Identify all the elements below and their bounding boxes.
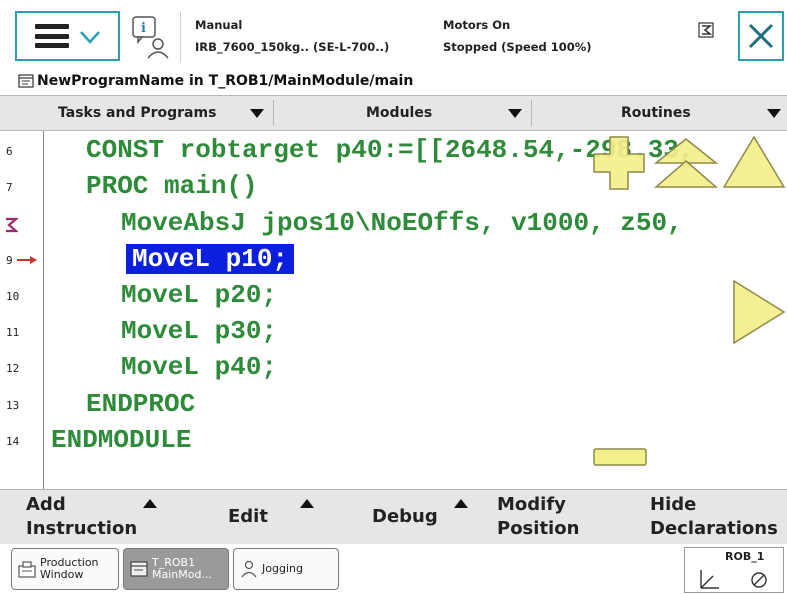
line-number: 10 [6,290,20,303]
code-line[interactable]: MoveL p20; [121,280,277,310]
program-icon [18,73,34,88]
line-number: 12 [6,362,20,375]
tasks-and-programs-dropdown[interactable]: Tasks and Programs [58,96,273,130]
event-log-icon[interactable]: i [130,14,172,60]
add-instruction-label: Add Instruction [26,494,138,539]
code-line[interactable]: PROC main() [86,171,258,201]
scroll-right-icon[interactable] [732,279,786,345]
line-number: 11 [6,326,20,339]
debug-button[interactable]: Debug [332,490,476,545]
chevron-up-icon [143,499,157,508]
program-editor-task[interactable]: T_ROB1 MainMod... [123,548,229,590]
execution-state: Stopped (Speed 100%) [443,40,592,54]
modules-label: Modules [366,105,433,121]
program-state-icon [698,22,714,38]
controller-name: IRB_7600_150kg.. (SE-L-700..) [195,40,390,54]
dropdown-arrow-icon [250,109,264,118]
dropdown-arrow-icon [767,109,781,118]
dropdown-arrow-icon [508,109,522,118]
scroll-to-top-icon[interactable] [654,137,718,189]
chevron-down-icon [79,25,101,47]
jogging-task[interactable]: Jogging [233,548,339,590]
routines-dropdown[interactable]: Routines [621,96,787,130]
code-line[interactable]: MoveL p40; [121,352,277,382]
program-pointer-icon [17,256,37,264]
modify-position-button[interactable]: Modify Position [476,490,624,545]
close-icon [748,23,774,49]
program-editor-icon [130,561,148,577]
production-window-task[interactable]: Production Window [11,548,119,590]
line-number: 7 [6,181,13,194]
program-editor-label: T_ROB1 MainMod... [152,556,212,581]
breadcrumb: NewProgramName in T_ROB1/MainModule/main [0,66,787,95]
robot-name: ROB_1 [725,550,765,563]
add-instruction-button[interactable]: Add Instruction [0,490,194,545]
program-path: NewProgramName in T_ROB1/MainModule/main [37,72,414,89]
quickset-robot-button[interactable]: ROB_1 [684,547,784,593]
code-line[interactable]: MoveAbsJ jpos10\NoEOffs, v1000, z50, [121,208,683,238]
operating-mode: Manual [195,18,243,32]
hide-declarations-label: Hide Declarations [650,494,778,539]
motion-pointer-icon [6,217,18,233]
line-number: 6 [6,145,13,158]
routines-label: Routines [621,105,691,121]
zoom-in-icon[interactable] [592,135,646,191]
modify-position-label: Modify Position [497,494,580,539]
line-number: 14 [6,435,20,448]
motors-state: Motors On [443,18,511,32]
line-number: 9 [6,254,13,267]
hamburger-icon [34,24,69,48]
code-line[interactable]: MoveL p30; [121,316,277,346]
scroll-up-icon[interactable] [722,135,786,189]
main-menu-button[interactable] [15,11,120,61]
modules-dropdown[interactable]: Modules [366,96,530,130]
hide-declarations-button[interactable]: Hide Declarations [624,490,787,545]
tasks-and-programs-label: Tasks and Programs [58,105,217,121]
production-window-icon [18,561,36,578]
edit-label: Edit [228,506,268,527]
line-number: 13 [6,399,20,412]
jogging-icon [241,560,257,578]
code-line[interactable]: ENDPROC [86,389,195,419]
editor-toolbar: Add Instruction Edit Debug Modify Positi… [0,489,787,544]
svg-text:i: i [141,21,146,36]
debug-label: Debug [372,506,438,527]
status-panel[interactable]: Manual IRB_7600_150kg.. (SE-L-700..) Mot… [180,12,728,62]
jogging-label: Jogging [262,562,303,575]
code-line[interactable]: ENDMODULE [51,425,191,455]
selected-code-line[interactable]: MoveL p10; [126,244,295,274]
edit-button[interactable]: Edit [194,490,332,545]
code-editor[interactable]: 6 CONST robtarget p40:=[[2648.54,-298.33… [0,131,787,489]
chevron-up-icon [300,499,314,508]
coordinate-system-icon [700,570,767,589]
chevron-up-icon [454,499,468,508]
editor-tabs: Tasks and Programs Modules Routines [0,95,787,131]
production-window-label: Production Window [40,556,99,581]
taskbar: Production Window T_ROB1 MainMod... Jogg… [0,544,787,595]
close-button[interactable] [738,11,784,61]
zoom-out-icon[interactable] [592,447,648,467]
status-bar: i Manual IRB_7600_150kg.. (SE-L-700..) M… [0,0,787,66]
